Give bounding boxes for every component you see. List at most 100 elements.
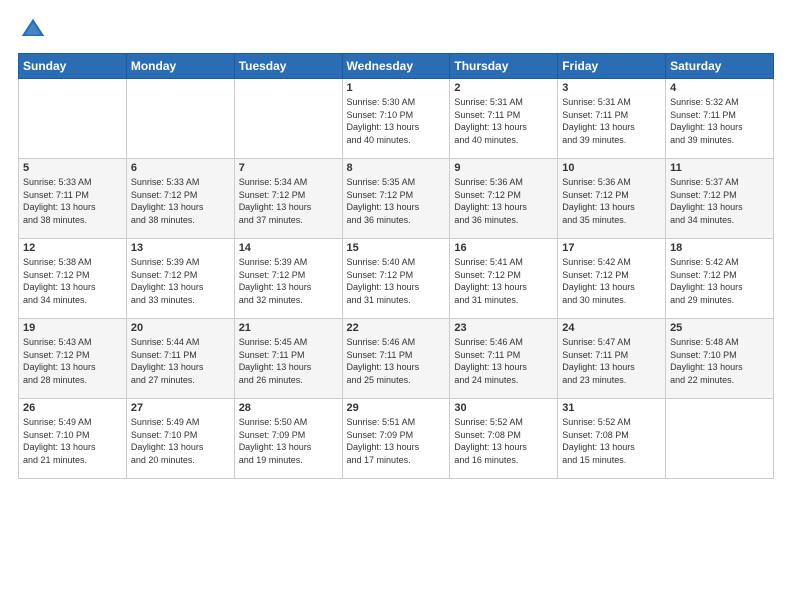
week-row-2: 5 Sunrise: 5:33 AMSunset: 7:11 PMDaylight… <box>19 159 774 239</box>
day-info: Sunrise: 5:49 AMSunset: 7:10 PMDaylight:… <box>23 416 122 466</box>
page: SundayMondayTuesdayWednesdayThursdayFrid… <box>0 0 792 612</box>
day-number: 16 <box>454 242 553 254</box>
day-cell: 7 Sunrise: 5:34 AMSunset: 7:12 PMDaylight… <box>234 159 342 239</box>
day-info: Sunrise: 5:39 AMSunset: 7:12 PMDaylight:… <box>239 256 338 306</box>
day-cell: 31 Sunrise: 5:52 AMSunset: 7:08 PMDayligh… <box>558 399 666 479</box>
day-cell: 13Sunrise: 5:39 AMSunset: 7:12 PMDayligh… <box>126 239 234 319</box>
day-number: 22 <box>347 322 446 334</box>
header <box>18 15 774 45</box>
day-info: Sunrise: 5:42 AMSunset: 7:12 PMDaylight:… <box>670 256 769 306</box>
day-info: Sunrise: 5:31 AMSunset: 7:11 PMDaylight:… <box>562 96 661 146</box>
weekday-header-monday: Monday <box>126 54 234 79</box>
day-number: 5 <box>23 162 122 174</box>
day-number: 30 <box>454 402 553 414</box>
day-info: Sunrise: 5:50 AMSunset: 7:09 PMDaylight:… <box>239 416 338 466</box>
day-cell: 26 Sunrise: 5:49 AMSunset: 7:10 PMDayligh… <box>19 399 127 479</box>
day-cell: 28 Sunrise: 5:50 AMSunset: 7:09 PMDayligh… <box>234 399 342 479</box>
weekday-header-friday: Friday <box>558 54 666 79</box>
day-info: Sunrise: 5:38 AMSunset: 7:12 PMDaylight:… <box>23 256 122 306</box>
day-cell: 10 Sunrise: 5:36 AMSunset: 7:12 PMDayligh… <box>558 159 666 239</box>
day-cell <box>234 79 342 159</box>
day-cell <box>126 79 234 159</box>
day-number: 24 <box>562 322 661 334</box>
weekday-header-tuesday: Tuesday <box>234 54 342 79</box>
weekday-header-wednesday: Wednesday <box>342 54 450 79</box>
week-row-5: 26 Sunrise: 5:49 AMSunset: 7:10 PMDayligh… <box>19 399 774 479</box>
day-number: 10 <box>562 162 661 174</box>
day-info: Sunrise: 5:51 AMSunset: 7:09 PMDaylight:… <box>347 416 446 466</box>
day-cell: 15Sunrise: 5:40 AMSunset: 7:12 PMDayligh… <box>342 239 450 319</box>
day-number: 14 <box>239 242 338 254</box>
day-number: 31 <box>562 402 661 414</box>
day-number: 19 <box>23 322 122 334</box>
day-cell: 25Sunrise: 5:48 AMSunset: 7:10 PMDayligh… <box>666 319 774 399</box>
day-info: Sunrise: 5:35 AMSunset: 7:12 PMDaylight:… <box>347 176 446 226</box>
day-cell: 5 Sunrise: 5:33 AMSunset: 7:11 PMDaylight… <box>19 159 127 239</box>
day-info: Sunrise: 5:37 AMSunset: 7:12 PMDaylight:… <box>670 176 769 226</box>
day-info: Sunrise: 5:47 AMSunset: 7:11 PMDaylight:… <box>562 336 661 386</box>
day-info: Sunrise: 5:36 AMSunset: 7:12 PMDaylight:… <box>562 176 661 226</box>
day-cell: 29 Sunrise: 5:51 AMSunset: 7:09 PMDayligh… <box>342 399 450 479</box>
day-info: Sunrise: 5:48 AMSunset: 7:10 PMDaylight:… <box>670 336 769 386</box>
day-number: 7 <box>239 162 338 174</box>
day-number: 15 <box>347 242 446 254</box>
day-cell: 22 Sunrise: 5:46 AMSunset: 7:11 PMDayligh… <box>342 319 450 399</box>
day-number: 8 <box>347 162 446 174</box>
day-number: 23 <box>454 322 553 334</box>
day-cell: 3 Sunrise: 5:31 AMSunset: 7:11 PMDaylight… <box>558 79 666 159</box>
day-info: Sunrise: 5:41 AMSunset: 7:12 PMDaylight:… <box>454 256 553 306</box>
day-number: 3 <box>562 82 661 94</box>
day-info: Sunrise: 5:33 AMSunset: 7:11 PMDaylight:… <box>23 176 122 226</box>
day-cell: 17Sunrise: 5:42 AMSunset: 7:12 PMDayligh… <box>558 239 666 319</box>
day-info: Sunrise: 5:46 AMSunset: 7:11 PMDaylight:… <box>347 336 446 386</box>
day-info: Sunrise: 5:44 AMSunset: 7:11 PMDaylight:… <box>131 336 230 386</box>
day-cell: 27Sunrise: 5:49 AMSunset: 7:10 PMDayligh… <box>126 399 234 479</box>
day-number: 20 <box>131 322 230 334</box>
day-number: 12 <box>23 242 122 254</box>
day-info: Sunrise: 5:52 AMSunset: 7:08 PMDaylight:… <box>454 416 553 466</box>
day-number: 21 <box>239 322 338 334</box>
day-cell: 12 Sunrise: 5:38 AMSunset: 7:12 PMDayligh… <box>19 239 127 319</box>
day-number: 2 <box>454 82 553 94</box>
day-info: Sunrise: 5:46 AMSunset: 7:11 PMDaylight:… <box>454 336 553 386</box>
calendar-table: SundayMondayTuesdayWednesdayThursdayFrid… <box>18 53 774 479</box>
day-cell: 19 Sunrise: 5:43 AMSunset: 7:12 PMDayligh… <box>19 319 127 399</box>
day-info: Sunrise: 5:30 AMSunset: 7:10 PMDaylight:… <box>347 96 446 146</box>
day-cell: 2 Sunrise: 5:31 AMSunset: 7:11 PMDaylight… <box>450 79 558 159</box>
day-number: 18 <box>670 242 769 254</box>
day-cell: 16 Sunrise: 5:41 AMSunset: 7:12 PMDayligh… <box>450 239 558 319</box>
day-info: Sunrise: 5:52 AMSunset: 7:08 PMDaylight:… <box>562 416 661 466</box>
day-number: 11 <box>670 162 769 174</box>
day-number: 28 <box>239 402 338 414</box>
day-info: Sunrise: 5:42 AMSunset: 7:12 PMDaylight:… <box>562 256 661 306</box>
week-row-3: 12 Sunrise: 5:38 AMSunset: 7:12 PMDayligh… <box>19 239 774 319</box>
day-cell: 24 Sunrise: 5:47 AMSunset: 7:11 PMDayligh… <box>558 319 666 399</box>
day-info: Sunrise: 5:31 AMSunset: 7:11 PMDaylight:… <box>454 96 553 146</box>
day-number: 27 <box>131 402 230 414</box>
day-info: Sunrise: 5:43 AMSunset: 7:12 PMDaylight:… <box>23 336 122 386</box>
day-cell: 11 Sunrise: 5:37 AMSunset: 7:12 PMDayligh… <box>666 159 774 239</box>
day-number: 29 <box>347 402 446 414</box>
day-info: Sunrise: 5:34 AMSunset: 7:12 PMDaylight:… <box>239 176 338 226</box>
weekday-header-saturday: Saturday <box>666 54 774 79</box>
day-cell: 20 Sunrise: 5:44 AMSunset: 7:11 PMDayligh… <box>126 319 234 399</box>
day-info: Sunrise: 5:39 AMSunset: 7:12 PMDaylight:… <box>131 256 230 306</box>
day-cell: 6Sunrise: 5:33 AMSunset: 7:12 PMDaylight… <box>126 159 234 239</box>
logo-icon <box>18 15 48 45</box>
day-cell: 8 Sunrise: 5:35 AMSunset: 7:12 PMDaylight… <box>342 159 450 239</box>
day-number: 9 <box>454 162 553 174</box>
day-info: Sunrise: 5:45 AMSunset: 7:11 PMDaylight:… <box>239 336 338 386</box>
day-number: 26 <box>23 402 122 414</box>
day-info: Sunrise: 5:32 AMSunset: 7:11 PMDaylight:… <box>670 96 769 146</box>
week-row-1: 1Sunrise: 5:30 AMSunset: 7:10 PMDaylight… <box>19 79 774 159</box>
logo <box>18 15 52 45</box>
weekday-header-row: SundayMondayTuesdayWednesdayThursdayFrid… <box>19 54 774 79</box>
weekday-header-thursday: Thursday <box>450 54 558 79</box>
week-row-4: 19 Sunrise: 5:43 AMSunset: 7:12 PMDayligh… <box>19 319 774 399</box>
day-cell: 4Sunrise: 5:32 AMSunset: 7:11 PMDaylight… <box>666 79 774 159</box>
day-cell <box>19 79 127 159</box>
day-cell: 9 Sunrise: 5:36 AMSunset: 7:12 PMDaylight… <box>450 159 558 239</box>
day-cell: 18 Sunrise: 5:42 AMSunset: 7:12 PMDayligh… <box>666 239 774 319</box>
day-info: Sunrise: 5:36 AMSunset: 7:12 PMDaylight:… <box>454 176 553 226</box>
weekday-header-sunday: Sunday <box>19 54 127 79</box>
